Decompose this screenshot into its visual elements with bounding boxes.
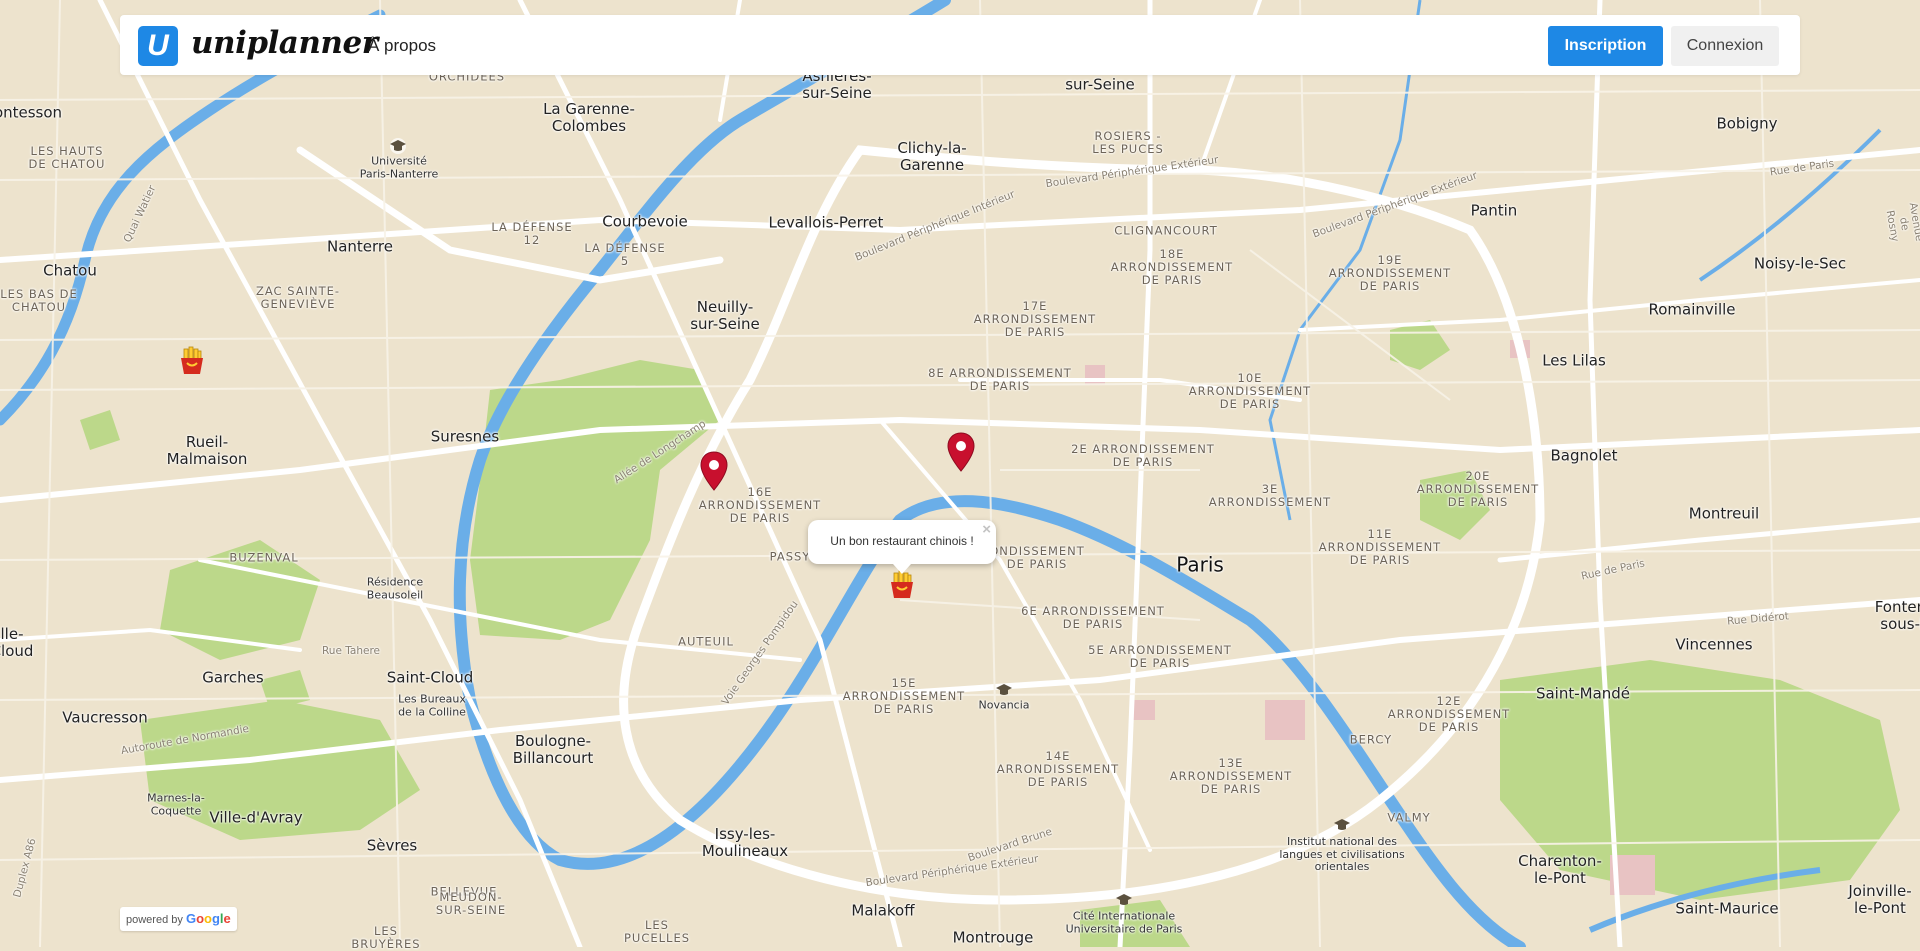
login-button[interactable]: Connexion [1671, 26, 1779, 66]
top-navbar: U uniplanner À propos Inscription Connex… [120, 15, 1800, 75]
marker-info-popup: Un bon restaurant chinois ! × [808, 520, 996, 574]
map-background[interactable] [0, 0, 1920, 947]
university-cap-icon [1334, 819, 1350, 830]
map-canvas[interactable]: Paris Nanterre Courbevoie Levallois-Perret N… [0, 0, 1920, 951]
close-icon[interactable]: × [982, 521, 991, 538]
google-attribution[interactable]: powered by Google [120, 907, 237, 931]
popup-tip [893, 564, 911, 574]
red-map-pin-icon[interactable] [947, 432, 975, 472]
university-cap-icon [1116, 894, 1132, 905]
red-map-pin-icon[interactable] [700, 451, 728, 491]
google-logo-letter: o [196, 911, 205, 926]
university-cap-icon [996, 684, 1012, 695]
university-cap-icon [390, 138, 406, 154]
powered-by-text: powered by [126, 914, 183, 926]
google-logo-letter: o [204, 911, 212, 926]
google-logo-letter: e [223, 911, 231, 926]
brand-logo-icon[interactable]: U [138, 26, 178, 66]
signup-button[interactable]: Inscription [1548, 26, 1663, 66]
french-fries-pin-icon[interactable] [888, 570, 916, 600]
nav-about-link[interactable]: À propos [368, 36, 436, 56]
popup-text: Un bon restaurant chinois ! [830, 534, 974, 548]
french-fries-pin-icon[interactable] [178, 346, 206, 376]
google-logo-letter: g [211, 911, 220, 926]
google-logo-letter: G [185, 911, 197, 926]
brand-name[interactable]: uniplanner [191, 25, 378, 61]
